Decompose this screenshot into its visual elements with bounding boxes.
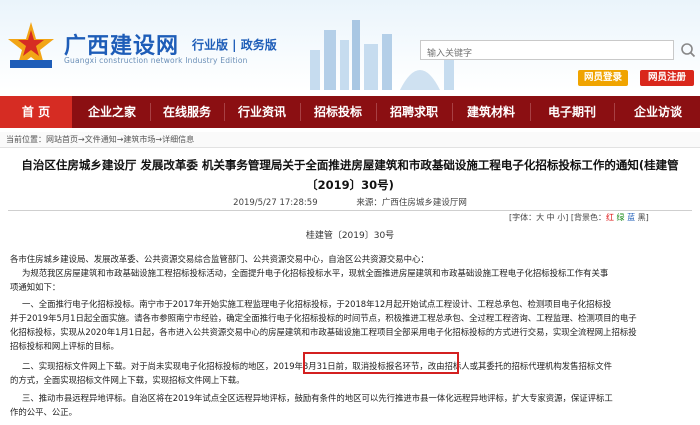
bg-color-black[interactable]: 黑] — [638, 213, 649, 222]
paragraph: 并于2019年5月1日起全面实施。请各市参照南宁市经验，确定全面推行电子化招标投… — [10, 313, 637, 323]
article-meta: 2019/5/27 17:28:59 来源：广西住房城乡建设厅网 — [0, 196, 700, 208]
font-size-control[interactable]: [字体：大 中 小] — [509, 213, 568, 222]
site-name-english: Guangxi construction network Industry Ed… — [64, 56, 248, 65]
nav-item-home[interactable]: 首 页 — [0, 96, 72, 128]
paragraph: 作的公平、公正。 — [10, 407, 77, 417]
login-button[interactable]: 网员登录 — [578, 70, 628, 86]
paragraph: 为规范我区房屋建筑和市政基础设施工程招标投标活动，全面提升电子化招标投标水平，现… — [22, 268, 609, 278]
nav-item-materials[interactable]: 建筑材料 — [454, 96, 528, 128]
nav-item-ejournal[interactable]: 电子期刊 — [532, 96, 612, 128]
article-title-line1: 自治区住房城乡建设厅 发展改革委 机关事务管理局关于全面推进房屋建筑和市政基础设… — [21, 158, 679, 172]
paragraph: 各市住房城乡建设局、发展改革委、公共资源交易综合监管部门、公共资源交易中心，自治… — [10, 254, 429, 264]
document-number: 桂建管〔2019〕30号 — [305, 231, 395, 241]
main-nav: 首 页 企业之家 在线服务 行业资讯 招标投标 招聘求职 建筑材料 电子期刊 企… — [0, 96, 700, 128]
nav-item-enterprise[interactable]: 企业之家 — [76, 96, 148, 128]
site-edition: 行业版 | 政务版 — [192, 38, 277, 52]
site-header: 广西建设网 行业版 | 政务版 Guangxi construction net… — [0, 0, 700, 90]
register-button[interactable]: 网员注册 — [640, 70, 694, 86]
breadcrumb-path[interactable]: 网站首页→文件通知→建筑市场→详细信息 — [46, 135, 194, 144]
search-box[interactable] — [420, 40, 674, 63]
highlight-box — [303, 352, 459, 374]
nav-separator — [300, 103, 301, 121]
divider — [8, 210, 692, 211]
paragraph: 招标投标和网上评标的目标。 — [10, 341, 119, 351]
paragraph: 一、全面推行电子化招标投标。南宁市于2017年开始实施工程监理电子化招标投标，于… — [22, 299, 612, 309]
article-title: 自治区住房城乡建设厅 发展改革委 机关事务管理局关于全面推进房屋建筑和市政基础设… — [8, 155, 692, 195]
breadcrumb: 当前位置：网站首页→文件通知→建筑市场→详细信息 — [6, 134, 194, 145]
display-controls: [字体：大 中 小] [背景色：红 绿 蓝 黑] — [509, 212, 649, 223]
nav-item-online-service[interactable]: 在线服务 — [152, 96, 222, 128]
nav-item-news[interactable]: 行业资讯 — [226, 96, 298, 128]
nav-separator — [376, 103, 377, 121]
paragraph: 的方式，全面实现招标文件网上下载，实现招标文件网上下载。 — [10, 375, 245, 385]
bg-color-green[interactable]: 绿 — [617, 213, 625, 222]
nav-item-bidding[interactable]: 招标投标 — [302, 96, 374, 128]
nav-item-jobs[interactable]: 招聘求职 — [378, 96, 450, 128]
color-label: [背景色： — [570, 213, 606, 222]
search-input[interactable] — [421, 45, 673, 63]
article-source: 来源：广西住房城乡建设厅网 — [356, 198, 467, 208]
nav-separator — [150, 103, 151, 121]
paragraph: 三、推动市县远程异地评标。自治区将在2019年试点全区远程异地评标，鼓励有条件的… — [22, 393, 613, 403]
breadcrumb-prefix: 当前位置： — [6, 135, 46, 144]
bg-color-red[interactable]: 红 — [606, 213, 614, 222]
nav-item-interviews[interactable]: 企业访谈 — [616, 96, 700, 128]
bg-color-blue[interactable]: 蓝 — [627, 213, 635, 222]
paragraph: 化招标投标，实现从2020年1月1日起，各市进入公共资源交易中心的房屋建筑和市政… — [10, 327, 637, 337]
paragraph: 项通知如下： — [10, 282, 61, 292]
nav-separator — [614, 103, 615, 121]
search-icon[interactable] — [680, 41, 696, 59]
nav-separator — [530, 103, 531, 121]
article-date: 2019/5/27 17:28:59 — [233, 198, 318, 208]
nav-separator — [224, 103, 225, 121]
logo-star-icon[interactable] — [6, 20, 56, 72]
article-title-line2: 〔2019〕30号) — [306, 178, 394, 192]
nav-separator — [452, 103, 453, 121]
